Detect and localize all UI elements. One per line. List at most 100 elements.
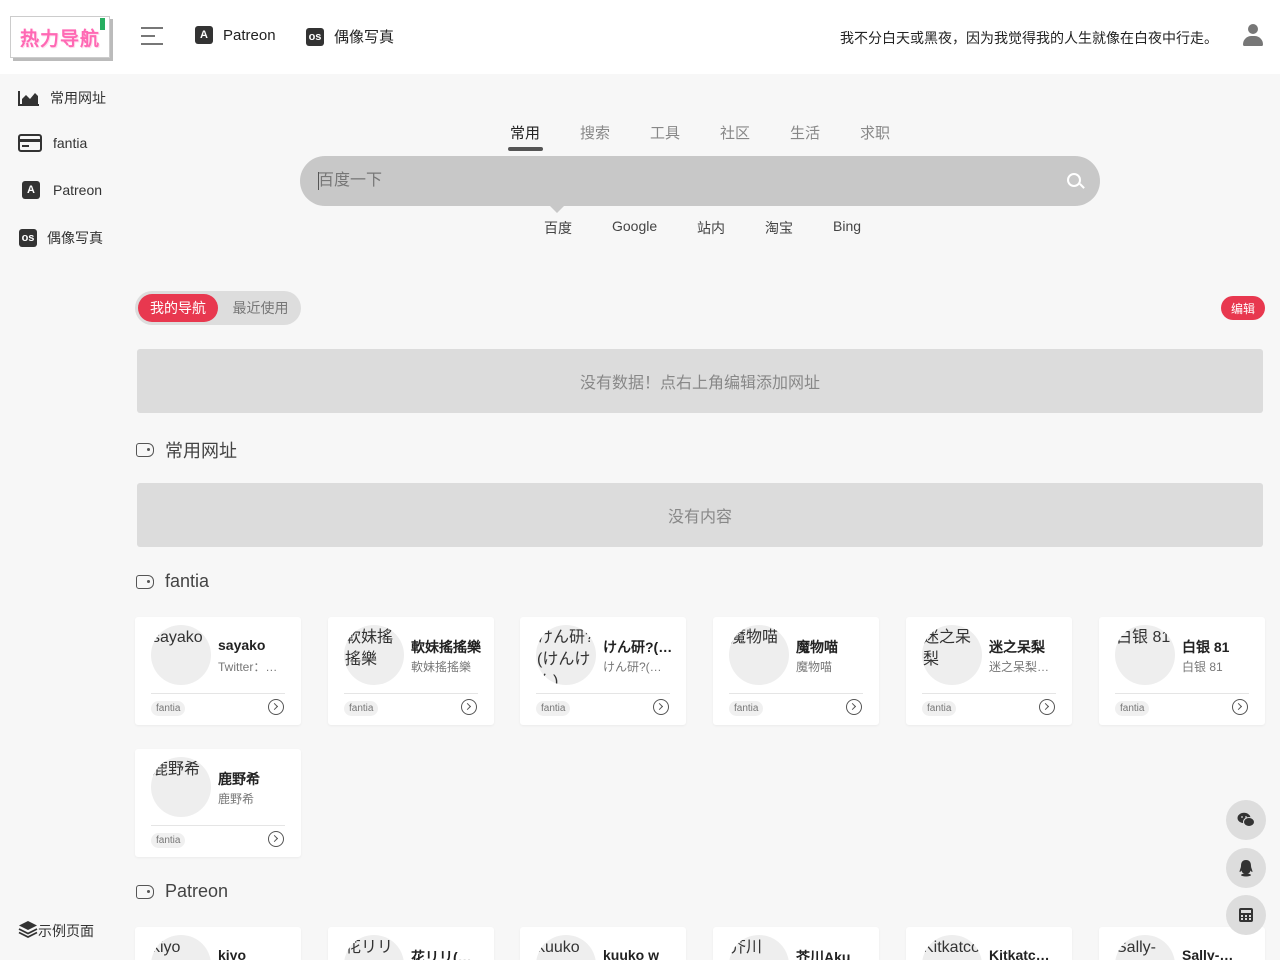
engine-taobao[interactable]: 淘宝 [765,218,793,238]
sidebar-item-example-page[interactable]: 示例页面 [18,920,94,941]
sidebar-item-idol-photos[interactable]: os 偶像写真 [19,228,103,248]
sidebar-item-patreon[interactable]: A Patreon [22,181,102,199]
card-name: けん研?(けんけん) [603,639,675,655]
card-desc: 軟妹搖搖樂 [411,660,472,674]
avatar: けん研? (けんけん) [536,625,596,685]
card-tag[interactable]: fantia [151,701,186,716]
arrow-right-circle-icon[interactable] [461,699,477,715]
card-divider [729,693,863,694]
tab-search[interactable]: 搜索 [580,122,610,143]
site-card[interactable]: けん研? (けんけん) けん研?(けんけん) けん研?(… fantia [520,617,686,725]
credit-card-icon [18,134,42,152]
tab-life[interactable]: 生活 [790,122,820,143]
card-tag[interactable]: fantia [729,701,764,716]
card-desc: 迷之呆梨… [989,660,1050,674]
common-empty-message: 没有内容 [137,483,1263,547]
site-card[interactable]: 軟妹搖搖樂 軟妹搖搖樂 軟妹搖搖樂 fantia [328,617,494,725]
tab-common[interactable]: 常用 [510,122,540,143]
card-name: 魔物喵 [796,639,838,655]
sidebar-item-fantia[interactable]: fantia [18,134,87,152]
site-card[interactable]: Kitkatcos Kitkatc… [906,927,1072,960]
card-divider [922,693,1056,694]
site-logo[interactable]: 热力导航 [10,16,110,58]
area-chart-icon [18,89,40,107]
section-title-text: 常用网址 [165,441,237,461]
patreon-icon: A [195,26,213,44]
tab-tools[interactable]: 工具 [650,122,680,143]
topnav-patreon[interactable]: A Patreon [195,26,276,44]
menu-toggle-icon[interactable] [141,27,163,47]
arrow-right-circle-icon[interactable] [1039,699,1055,715]
arrow-right-circle-icon[interactable] [1232,699,1248,715]
avatar: 花リリ [344,935,404,960]
site-card[interactable]: kiyo kiyo [135,927,301,960]
sidebar-item-label: fantia [53,135,88,151]
tab-jobs[interactable]: 求职 [860,122,890,143]
card-divider [1115,693,1249,694]
engine-site[interactable]: 站内 [697,218,725,238]
section-title-common: 常用网址 [136,437,237,463]
tab-community[interactable]: 社区 [720,122,750,143]
mynav-toggle: 我的导航 最近使用 [135,291,301,325]
avatar: Sally- [1115,935,1175,960]
site-card[interactable]: 白银 81 白银 81 白银 81 fantia [1099,617,1265,725]
card-tag[interactable]: fantia [151,833,186,848]
header-quote: 我不分白天或黑夜，因为我觉得我的人生就像在白夜中行走。 [840,30,1218,46]
card-name: Kitkatc… [989,947,1050,960]
calculator-icon [1239,908,1253,922]
card-tag[interactable]: fantia [536,701,571,716]
arrow-right-circle-icon[interactable] [268,831,284,847]
tag-icon [136,884,154,899]
card-divider [344,693,478,694]
site-card[interactable]: 鹿野希 鹿野希 鹿野希 fantia [135,749,301,857]
logo-flag-icon [100,18,105,30]
card-name: kuuko w [603,947,660,960]
qq-button[interactable] [1226,848,1266,888]
mynav-empty-message: 没有数据！点右上角编辑添加网址 [137,349,1263,413]
search-caret [318,172,319,190]
card-name: 軟妹搖搖樂 [411,639,481,655]
site-card[interactable]: kuuko kuuko w [520,927,686,960]
avatar: 魔物喵 [729,625,789,685]
edit-button[interactable]: 编辑 [1221,296,1265,320]
card-tag[interactable]: fantia [344,701,379,716]
site-card[interactable]: 芥川 芥川Aku [713,927,879,960]
engine-bing[interactable]: Bing [833,218,861,234]
site-card[interactable]: 花リリ 花リリ(… [328,927,494,960]
sidebar: 常用网址 fantia A Patreon os 偶像写真 示例页面 [0,74,120,960]
arrow-right-circle-icon[interactable] [846,699,862,715]
card-name: 迷之呆梨 [989,639,1045,655]
wechat-button[interactable] [1226,800,1266,840]
layers-icon [18,920,38,941]
active-tab-indicator [508,147,543,151]
sidebar-item-common-urls[interactable]: 常用网址 [18,88,106,108]
card-tag[interactable]: fantia [922,701,957,716]
avatar: sayako [151,625,211,685]
topnav-idol-photos[interactable]: os 偶像写真 [306,26,394,47]
site-card[interactable]: 魔物喵 魔物喵 魔物喵 fantia [713,617,879,725]
user-icon[interactable] [1243,24,1263,46]
arrow-right-circle-icon[interactable] [653,699,669,715]
avatar: 鹿野希 [151,757,211,817]
engine-google[interactable]: Google [612,218,657,234]
card-name: 白银 81 [1182,639,1230,655]
arrow-right-circle-icon[interactable] [268,699,284,715]
card-desc: 魔物喵 [796,660,833,674]
card-divider [151,693,285,694]
card-name: 鹿野希 [218,771,260,787]
card-desc: けん研?(… [603,660,662,674]
card-desc: Twitter：… [218,660,278,674]
site-card[interactable]: sayako sayako Twitter：… fantia [135,617,301,725]
card-tag[interactable]: fantia [1115,701,1150,716]
card-name: Sally-… [1182,947,1234,960]
calculator-button[interactable] [1226,895,1266,935]
section-title-patreon: Patreon [136,881,228,902]
engine-baidu[interactable]: 百度 [544,218,572,238]
search-input[interactable] [318,156,1038,206]
site-card[interactable]: 迷之呆梨 迷之呆梨 迷之呆梨… fantia [906,617,1072,725]
tab-recent[interactable]: 最近使用 [223,294,298,322]
tab-my-nav[interactable]: 我的导航 [138,294,218,322]
search-icon[interactable] [1064,170,1086,192]
card-divider [151,825,285,826]
lastfm-icon: os [19,229,37,247]
